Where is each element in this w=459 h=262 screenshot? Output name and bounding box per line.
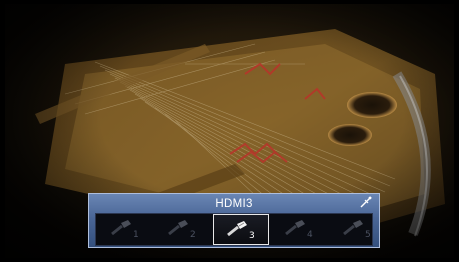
tv-screen: HDMI3 1 2 3 4 5 <box>5 4 454 258</box>
input-number: 2 <box>190 230 196 240</box>
input-item-4[interactable]: 4 <box>272 214 328 245</box>
input-list: 1 2 3 4 5 <box>95 213 373 246</box>
input-item-2[interactable]: 2 <box>155 214 211 245</box>
input-item-3-selected[interactable]: 3 <box>213 214 269 245</box>
input-item-1[interactable]: 1 <box>98 214 154 245</box>
hdmi-plug-icon <box>168 220 188 236</box>
hdmi-plug-icon <box>111 220 131 236</box>
signal-icon <box>360 196 372 208</box>
hdmi-plug-icon <box>285 220 305 236</box>
input-number: 3 <box>249 231 255 241</box>
input-number: 5 <box>365 230 371 240</box>
selected-input-title: HDMI3 <box>215 198 253 210</box>
input-selector-panel: HDMI3 1 2 3 4 5 <box>88 193 380 248</box>
input-number: 4 <box>307 230 313 240</box>
input-item-5[interactable]: 5 <box>330 214 386 245</box>
hdmi-plug-icon <box>227 221 247 237</box>
input-number: 1 <box>133 230 139 240</box>
hdmi-plug-icon <box>343 220 363 236</box>
